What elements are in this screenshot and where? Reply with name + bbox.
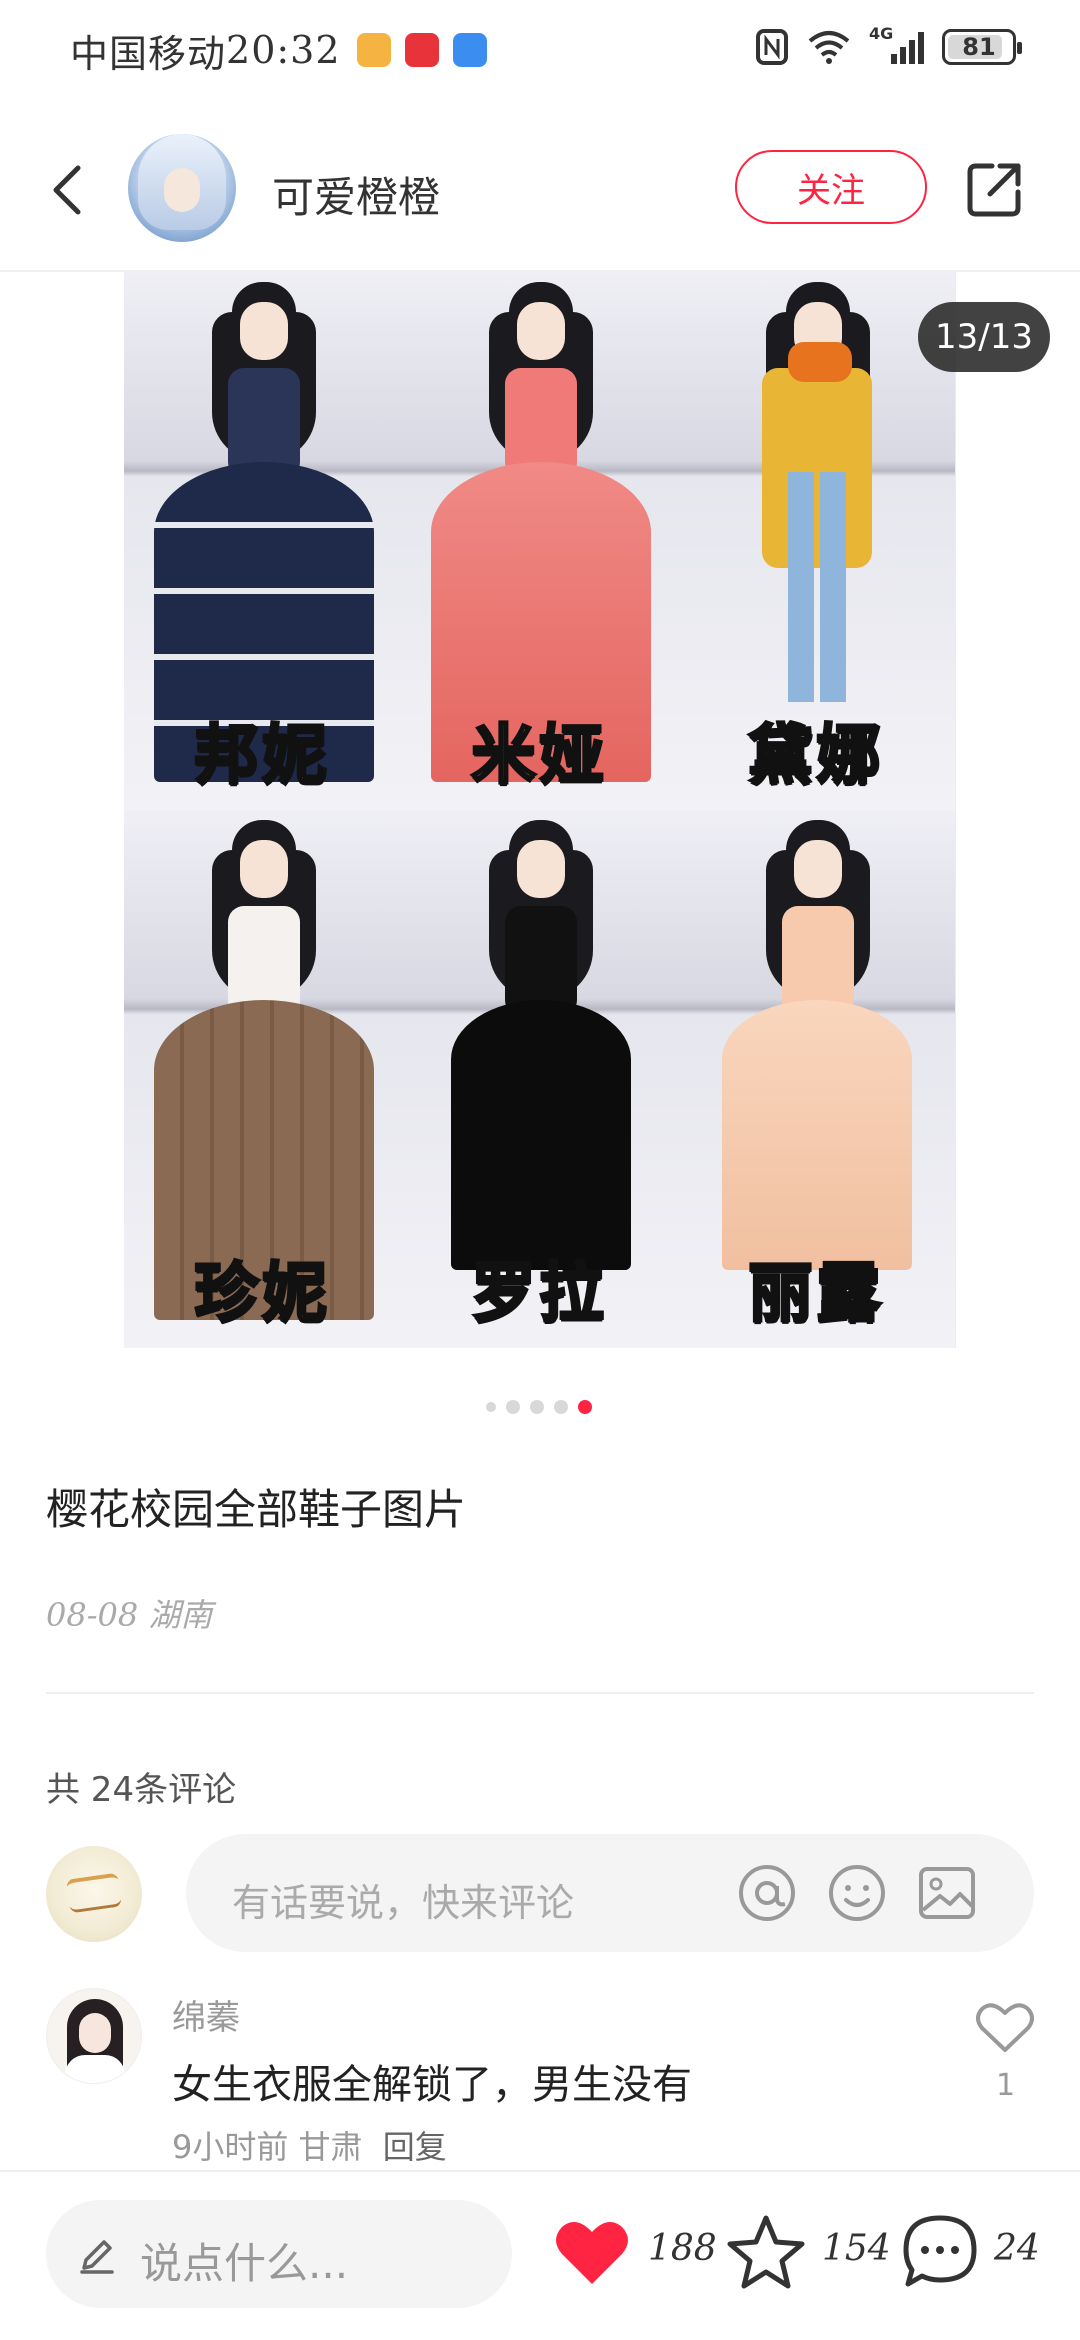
comment-input[interactable]: 有话要说，快来评论 [186, 1834, 1034, 1952]
battery-level: 81 [962, 33, 996, 61]
outfit-label: 米娅 [470, 718, 608, 795]
content-divider [46, 1692, 1034, 1694]
outfit-label: 邦妮 [193, 718, 331, 795]
outfit-cell: 丽露 [678, 810, 955, 1348]
comment-like-icon[interactable] [976, 2000, 1034, 2054]
commenter-name[interactable]: 绵蓁 [172, 1990, 240, 2039]
comment-count: 共 24条评论 [46, 1770, 237, 1810]
comment-bubble-icon[interactable] [900, 2212, 980, 2292]
outfit-label: 丽露 [747, 1256, 885, 1333]
notification-icons [356, 33, 487, 67]
image-page-counter: 13/13 [918, 302, 1050, 372]
bottom-input-placeholder: 说点什么... [140, 2239, 349, 2288]
wifi-icon [808, 31, 850, 64]
back-icon[interactable] [40, 160, 100, 220]
mention-icon[interactable] [736, 1862, 798, 1924]
outfit-label: 罗拉 [470, 1256, 608, 1333]
post-meta: 08-08 湖南 [46, 1596, 213, 1634]
my-avatar [46, 1846, 142, 1942]
status-right: 4G 81 [755, 24, 1022, 66]
outfit-cell: 黛娜 [678, 272, 955, 810]
image-icon[interactable] [916, 1862, 978, 1924]
author-avatar[interactable] [128, 134, 236, 242]
carousel-dot-active [578, 1400, 592, 1414]
post-image[interactable]: 邦妮 米娅 黛娜 珍妮 罗拉 丽露 [124, 272, 956, 1348]
comment-meta: 9小时前 甘肃 回复 [172, 2122, 447, 2168]
follow-button[interactable]: 关注 [735, 150, 927, 224]
comment-text: 女生衣服全解锁了，男生没有 [172, 2062, 692, 2108]
share-icon[interactable] [962, 158, 1026, 222]
status-bar: 中国移动 20:32 4G 81 [0, 0, 1080, 100]
outfit-label: 珍妮 [193, 1256, 331, 1333]
comment-count-bottom: 24 [994, 2228, 1040, 2269]
app-notification-icon [356, 33, 391, 67]
favorite-star-icon[interactable] [726, 2212, 806, 2292]
signal-icon: 4G [869, 24, 924, 64]
comment-location: 甘肃 [298, 2128, 363, 2166]
carousel-dot [530, 1400, 544, 1414]
app-notification-icon [404, 33, 439, 67]
pen-icon [80, 2240, 114, 2274]
carousel-dot [554, 1400, 568, 1414]
post-header: 可爱橙橙 关注 [0, 128, 1080, 268]
carousel-dots [486, 1400, 592, 1414]
outfit-cell: 珍妮 [124, 810, 401, 1348]
bottom-comment-input[interactable]: 说点什么... [46, 2200, 512, 2308]
like-heart-icon[interactable] [552, 2212, 632, 2292]
outfit-label: 黛娜 [747, 718, 885, 795]
status-time: 20:32 [226, 28, 341, 72]
bottom-divider [0, 2170, 1080, 2172]
commenter-avatar[interactable] [46, 1988, 142, 2084]
comment-like-count: 1 [996, 2068, 1016, 2103]
like-count: 188 [648, 2228, 717, 2269]
comment-time: 9小时前 [172, 2128, 289, 2166]
carrier-name: 中国移动 [70, 31, 227, 76]
outfit-cell: 邦妮 [124, 272, 401, 810]
post-title: 樱花校园全部鞋子图片 [46, 1485, 467, 1534]
network-type: 4G [869, 24, 894, 43]
nfc-icon [756, 29, 788, 65]
comment-input-placeholder: 有话要说，快来评论 [232, 1881, 575, 1925]
emoji-icon[interactable] [826, 1862, 888, 1924]
author-name[interactable]: 可爱橙橙 [272, 164, 440, 225]
outfit-cell: 米娅 [401, 272, 678, 810]
reply-button[interactable]: 回复 [383, 2128, 447, 2166]
carousel-dot [486, 1402, 496, 1412]
outfit-cell: 罗拉 [401, 810, 678, 1348]
cloud-icon [452, 33, 487, 67]
carousel-dot [506, 1400, 520, 1414]
battery-icon: 81 [942, 29, 1022, 65]
favorite-count: 154 [822, 2228, 891, 2269]
